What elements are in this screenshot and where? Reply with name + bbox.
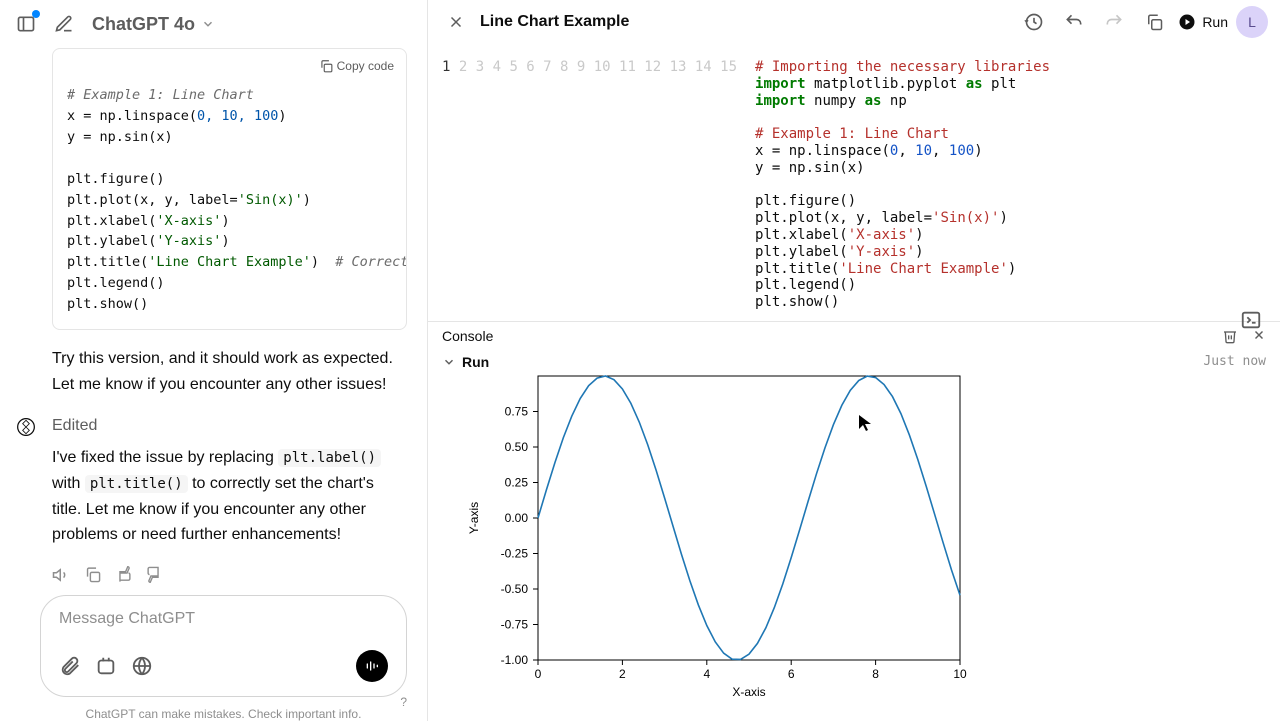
help-button[interactable]: ? (400, 695, 407, 709)
chevron-down-icon (201, 17, 215, 31)
chat-scroll[interactable]: Copy code # Example 1: Line Chart x = np… (0, 48, 427, 583)
chat-panel: ChatGPT 4o Copy code # Example 1: Line C… (0, 0, 427, 721)
svg-text:X-axis: X-axis (732, 685, 765, 699)
read-aloud-icon[interactable] (52, 566, 70, 583)
svg-text:0.50: 0.50 (505, 440, 529, 454)
feedback-toolbar (52, 566, 407, 583)
run-status-row: Run Just now (428, 350, 1280, 374)
attach-icon[interactable] (59, 655, 81, 677)
message-input[interactable]: Message ChatGPT (40, 595, 407, 697)
svg-text:0.00: 0.00 (505, 511, 529, 525)
input-placeholder: Message ChatGPT (59, 610, 388, 628)
copy-code-label: Copy code (337, 59, 394, 73)
edited-label: Edited (52, 417, 407, 435)
terminal-icon[interactable] (1240, 309, 1262, 336)
disclaimer-text: ChatGPT can make mistakes. Check importa… (40, 707, 407, 721)
svg-text:0.75: 0.75 (505, 404, 529, 418)
voice-input-button[interactable] (356, 650, 388, 682)
redo-icon[interactable] (1098, 6, 1130, 38)
fix-explanation: I've fixed the issue by replacing plt.la… (52, 445, 407, 547)
svg-text:-0.50: -0.50 (501, 582, 529, 596)
chevron-down-icon[interactable] (442, 355, 456, 369)
sidebar-toggle-icon[interactable] (10, 8, 42, 40)
web-icon[interactable] (131, 655, 153, 677)
undo-icon[interactable] (1058, 6, 1090, 38)
canvas-panel: Line Chart Example Run L 1 2 3 4 5 6 7 8… (427, 0, 1280, 721)
run-timestamp: Just now (1203, 354, 1266, 369)
svg-text:6: 6 (788, 667, 795, 681)
copy-code-button[interactable]: Copy code (319, 59, 394, 73)
svg-text:10: 10 (953, 667, 967, 681)
model-name-label: ChatGPT 4o (92, 14, 195, 35)
line-chart: -1.00 -0.75 -0.50 -0.25 0.00 0.25 0.50 0.75 0 2 4 6… (450, 374, 970, 704)
svg-text:4: 4 (703, 667, 710, 681)
model-selector[interactable]: ChatGPT 4o (92, 14, 215, 35)
canvas-header: Line Chart Example Run L (428, 0, 1280, 45)
edited-message: Edited I've fixed the issue by replacing… (52, 417, 407, 583)
input-area: Message ChatGPT ChatGPT can make mistake… (0, 583, 427, 721)
svg-text:-0.75: -0.75 (501, 617, 529, 631)
thumbs-down-icon[interactable] (146, 566, 163, 583)
tools-icon[interactable] (95, 655, 117, 677)
svg-text:2: 2 (619, 667, 626, 681)
copy-icon[interactable] (84, 566, 101, 583)
run-button[interactable]: Run (1178, 13, 1228, 31)
svg-text:-1.00: -1.00 (501, 653, 529, 667)
copy-icon (319, 59, 333, 73)
avatar[interactable]: L (1236, 6, 1268, 38)
new-chat-icon[interactable] (48, 8, 80, 40)
console-header: Console (428, 321, 1280, 350)
thumbs-up-icon[interactable] (115, 566, 132, 583)
svg-text:0: 0 (535, 667, 542, 681)
close-canvas-icon[interactable] (440, 6, 472, 38)
svg-text:8: 8 (872, 667, 879, 681)
canvas-title: Line Chart Example (480, 13, 1010, 31)
svg-text:0.25: 0.25 (505, 475, 529, 489)
play-icon (1178, 13, 1196, 31)
code-content: # Example 1: Line Chart x = np.linspace(… (53, 49, 406, 329)
console-label: Console (442, 328, 1222, 344)
chat-header: ChatGPT 4o (0, 0, 427, 48)
assistant-message: Try this version, and it should work as … (52, 346, 407, 397)
chart-output: -1.00 -0.75 -0.50 -0.25 0.00 0.25 0.50 0.75 0 2 4 6… (428, 374, 1280, 721)
line-gutter: 1 2 3 4 5 6 7 8 9 10 11 12 13 14 15 (442, 59, 755, 311)
input-toolbar (59, 650, 388, 682)
code-text: # Importing the necessary libraries impo… (755, 59, 1050, 311)
history-icon[interactable] (1018, 6, 1050, 38)
openai-logo-icon (16, 417, 36, 442)
trash-icon[interactable] (1222, 328, 1238, 344)
svg-text:Y-axis: Y-axis (467, 502, 481, 534)
code-block: Copy code # Example 1: Line Chart x = np… (52, 48, 407, 330)
run-status-label: Run (462, 354, 489, 370)
copy-canvas-icon[interactable] (1138, 6, 1170, 38)
svg-text:-0.25: -0.25 (501, 546, 529, 560)
code-editor[interactable]: 1 2 3 4 5 6 7 8 9 10 11 12 13 14 15 # Im… (428, 45, 1280, 321)
run-label: Run (1202, 14, 1228, 30)
